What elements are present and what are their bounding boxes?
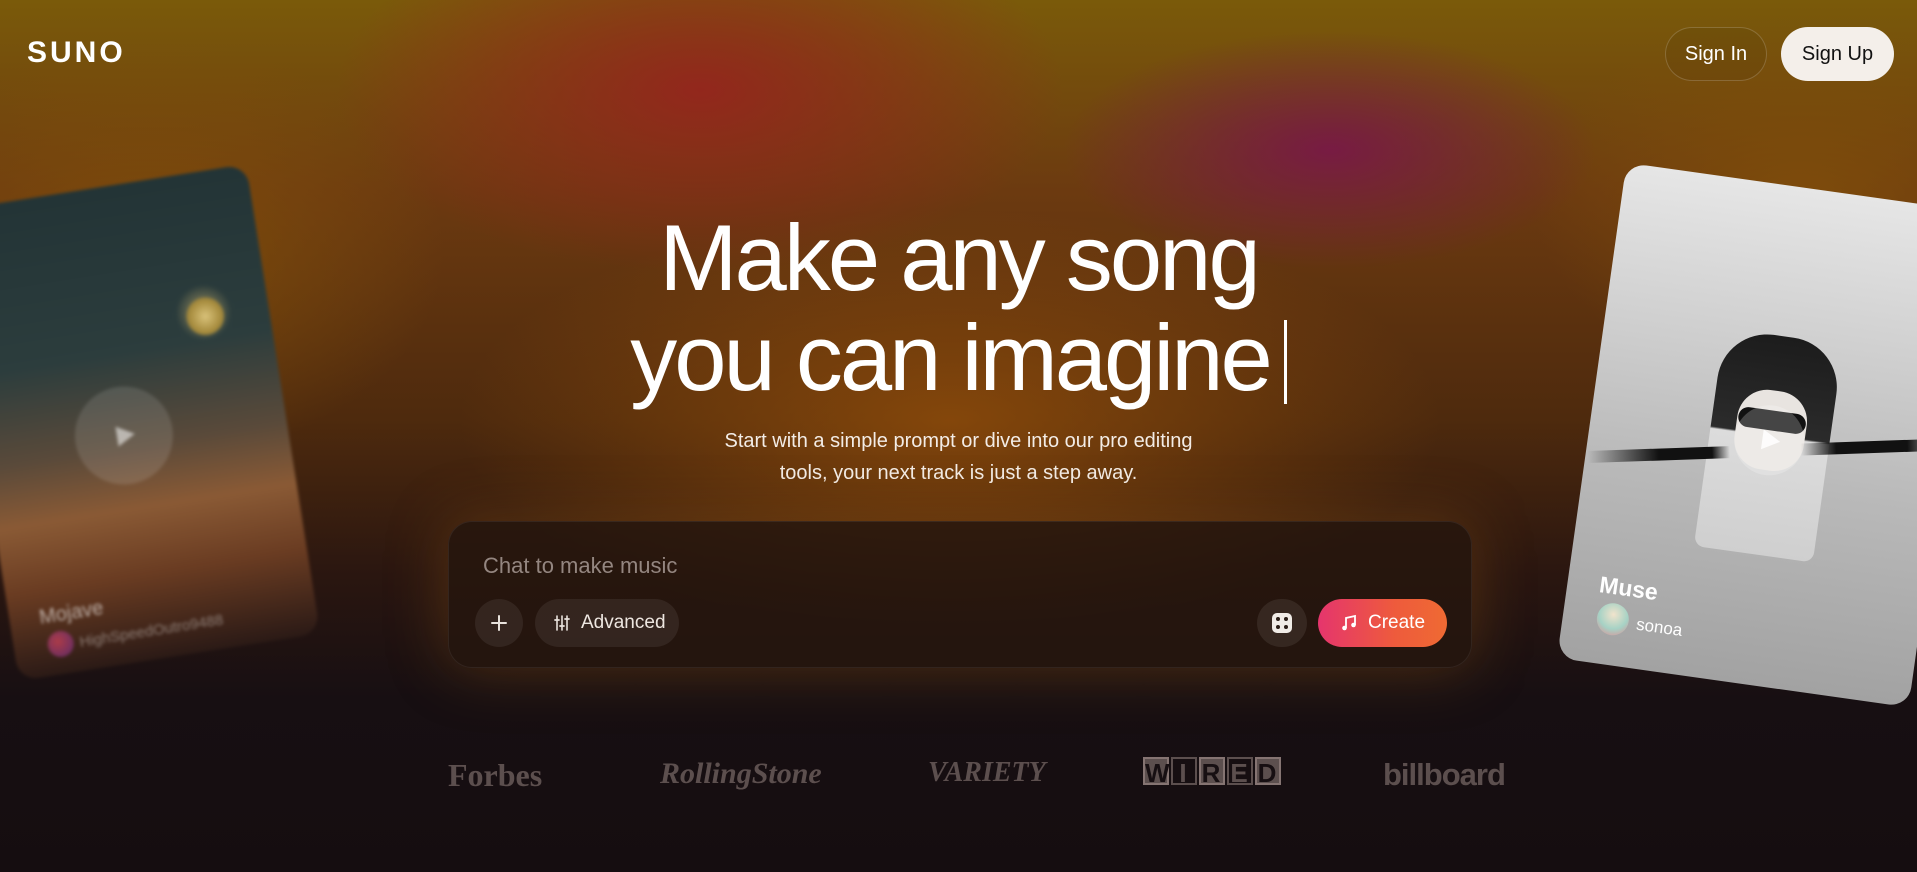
variety-logo: VARIETY [928, 757, 1046, 788]
hero-subtitle: Start with a simple prompt or dive into … [0, 425, 1917, 489]
advanced-button[interactable]: Advanced [535, 599, 679, 647]
avatar [45, 629, 76, 659]
song-card-title: Mojave [37, 597, 105, 629]
billboard-logo: billboard [1383, 757, 1506, 792]
add-button[interactable] [475, 599, 523, 647]
subtitle-line-1: Start with a simple prompt or dive into … [724, 430, 1193, 452]
create-label: Create [1367, 612, 1426, 633]
music-note-icon [1342, 614, 1356, 631]
random-prompt-button[interactable] [1257, 599, 1307, 647]
avatar [1594, 601, 1631, 638]
sign-in-button[interactable]: Sign In [1665, 27, 1767, 81]
plus-icon [491, 615, 507, 631]
wired-letter: D [1255, 757, 1281, 787]
dice-icon [1272, 613, 1292, 633]
wired-logo: WIRED [1143, 757, 1281, 788]
prompt-input[interactable] [481, 548, 1285, 584]
wired-letter: R [1199, 757, 1225, 787]
forbes-logo: Forbes [448, 757, 543, 793]
rolling-stone-logo: RollingStone [660, 757, 822, 790]
song-card-title: Muse [1597, 571, 1660, 606]
song-card-user: sonoa [1635, 614, 1684, 640]
sliders-icon [554, 615, 570, 631]
create-button[interactable]: Create [1318, 599, 1447, 647]
wired-letter: W [1143, 757, 1172, 788]
headline-line-2: you can imagine [0, 308, 1917, 408]
suno-logo[interactable]: SUNO [27, 36, 126, 70]
headline-line-1: Make any song [659, 205, 1260, 310]
music-prompt-box: Advanced Create [448, 521, 1472, 668]
text-caret [1283, 320, 1287, 404]
wired-letter: E [1227, 757, 1253, 787]
sign-up-button[interactable]: Sign Up [1781, 27, 1894, 81]
advanced-label: Advanced [581, 612, 666, 633]
subtitle-line-2: tools, your next track is just a step aw… [779, 462, 1138, 484]
wired-letter: I [1171, 757, 1197, 787]
